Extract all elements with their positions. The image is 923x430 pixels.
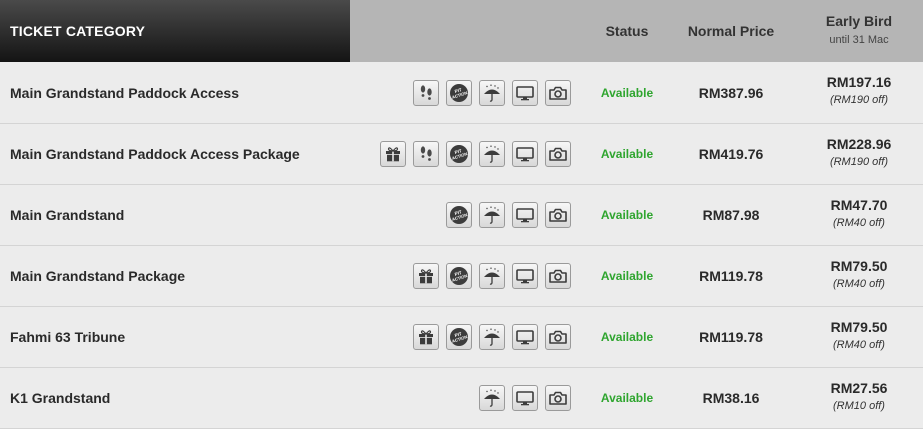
feature-icons: PIT ACTION xyxy=(380,124,571,184)
early-bird-price-cell: RM79.50 (RM40 off) xyxy=(795,319,923,351)
camera-icon[interactable] xyxy=(545,141,571,167)
early-bird-price: RM47.70 xyxy=(830,197,888,213)
screen-tv-icon[interactable] xyxy=(512,202,538,228)
normal-price: RM119.78 xyxy=(699,329,763,345)
table-row[interactable]: Main Grandstand Paddock Access Package P… xyxy=(0,124,923,185)
camera-icon[interactable] xyxy=(545,385,571,411)
early-bird-price: RM79.50 xyxy=(830,258,888,274)
normal-price: RM38.16 xyxy=(702,390,760,406)
rain-umbrella-icon[interactable] xyxy=(479,263,505,289)
ticket-name[interactable]: Main Grandstand Paddock Access Package xyxy=(10,124,300,184)
pit-action-icon[interactable]: PIT ACTION xyxy=(446,202,472,228)
early-bird-price-cell: RM79.50 (RM40 off) xyxy=(795,258,923,290)
pit-action-icon[interactable]: PIT ACTION xyxy=(446,79,472,106)
pit-action-icon[interactable]: PIT ACTION xyxy=(446,141,472,167)
screen-tv-icon[interactable] xyxy=(512,79,538,106)
camera-icon[interactable] xyxy=(545,202,571,228)
status-text: Available xyxy=(600,391,654,405)
discount-amount: (RM40 off) xyxy=(833,278,885,290)
ticket-name[interactable]: Main Grandstand xyxy=(10,185,124,245)
early-bird-price-cell: RM47.70 (RM40 off) xyxy=(795,197,923,229)
status-text: Available xyxy=(600,85,654,100)
early-bird-until: until 31 Mac xyxy=(829,34,889,46)
screen-tv-icon[interactable] xyxy=(512,263,538,289)
screen-tv-icon[interactable] xyxy=(512,324,538,350)
screen-tv-icon[interactable] xyxy=(512,385,538,411)
gift-package-icon[interactable] xyxy=(413,324,439,350)
feature-icons: PIT ACTION xyxy=(446,185,571,245)
feature-icons: PIT ACTION xyxy=(413,62,571,123)
early-bird-price: RM197.16 xyxy=(826,74,892,90)
table-row[interactable]: Fahmi 63 Tribune PIT ACTION Available RM1… xyxy=(0,307,923,368)
table-header: TICKET CATEGORY Status Normal Price Earl… xyxy=(0,0,923,62)
table-row[interactable]: K1 Grandstand Available RM38.16 RM27.56 … xyxy=(0,368,923,429)
ticket-name[interactable]: Main Grandstand Paddock Access xyxy=(10,62,239,123)
discount-amount: (RM10 off) xyxy=(833,400,885,412)
normal-price: RM387.96 xyxy=(698,84,764,101)
early-bird-price-cell: RM27.56 (RM10 off) xyxy=(795,380,923,412)
table-row[interactable]: Main Grandstand Package PIT ACTION Availa… xyxy=(0,246,923,307)
ticket-name[interactable]: Main Grandstand Package xyxy=(10,246,185,306)
rain-umbrella-icon[interactable] xyxy=(479,79,505,106)
discount-amount: (RM40 off) xyxy=(833,339,885,351)
pit-action-icon[interactable]: PIT ACTION xyxy=(446,263,472,289)
normal-price-header: Normal Price xyxy=(687,23,775,39)
gift-package-icon[interactable] xyxy=(413,263,439,289)
table-row[interactable]: Main Grandstand Paddock Access PIT ACTION… xyxy=(0,62,923,124)
early-bird-price: RM228.96 xyxy=(826,136,892,152)
status-text: Available xyxy=(600,269,654,283)
gift-package-icon[interactable] xyxy=(380,141,406,167)
pit-action-icon[interactable]: PIT ACTION xyxy=(446,324,472,350)
rain-umbrella-icon[interactable] xyxy=(479,385,505,411)
rain-umbrella-icon[interactable] xyxy=(479,141,505,167)
early-bird-price: RM27.56 xyxy=(830,380,888,396)
status-text: Available xyxy=(600,208,654,222)
feature-icons: PIT ACTION xyxy=(413,307,571,367)
normal-price: RM119.78 xyxy=(699,268,763,284)
ticket-name[interactable]: K1 Grandstand xyxy=(10,368,110,428)
early-bird-header: Early Bird until 31 Mac xyxy=(795,13,923,46)
early-bird-price-cell: RM228.96 (RM190 off) xyxy=(795,136,923,168)
status-text: Available xyxy=(600,147,654,161)
camera-icon[interactable] xyxy=(545,79,571,106)
ticket-category-header: TICKET CATEGORY xyxy=(0,0,350,62)
rain-umbrella-icon[interactable] xyxy=(479,324,505,350)
normal-price: RM87.98 xyxy=(702,207,760,223)
paddock-footsteps-icon[interactable] xyxy=(413,79,439,106)
ticket-table: TICKET CATEGORY Status Normal Price Earl… xyxy=(0,0,923,430)
discount-amount: (RM190 off) xyxy=(829,156,889,168)
camera-icon[interactable] xyxy=(545,324,571,350)
early-bird-price-cell: RM197.16 (RM190 off) xyxy=(795,74,923,106)
camera-icon[interactable] xyxy=(545,263,571,289)
ticket-rows: Main Grandstand Paddock Access PIT ACTION… xyxy=(0,62,923,429)
early-bird-title: Early Bird xyxy=(825,13,893,29)
early-bird-price: RM79.50 xyxy=(830,319,888,335)
paddock-footsteps-icon[interactable] xyxy=(413,141,439,167)
ticket-name[interactable]: Fahmi 63 Tribune xyxy=(10,307,125,367)
status-header: Status xyxy=(605,23,649,39)
feature-icons: PIT ACTION xyxy=(413,246,571,306)
discount-amount: (RM40 off) xyxy=(833,217,885,229)
table-row[interactable]: Main Grandstand PIT ACTION Available RM87… xyxy=(0,185,923,246)
feature-icons xyxy=(479,368,571,428)
normal-price: RM419.76 xyxy=(698,146,764,162)
rain-umbrella-icon[interactable] xyxy=(479,202,505,228)
discount-amount: (RM190 off) xyxy=(829,94,889,106)
screen-tv-icon[interactable] xyxy=(512,141,538,167)
status-text: Available xyxy=(600,330,654,344)
